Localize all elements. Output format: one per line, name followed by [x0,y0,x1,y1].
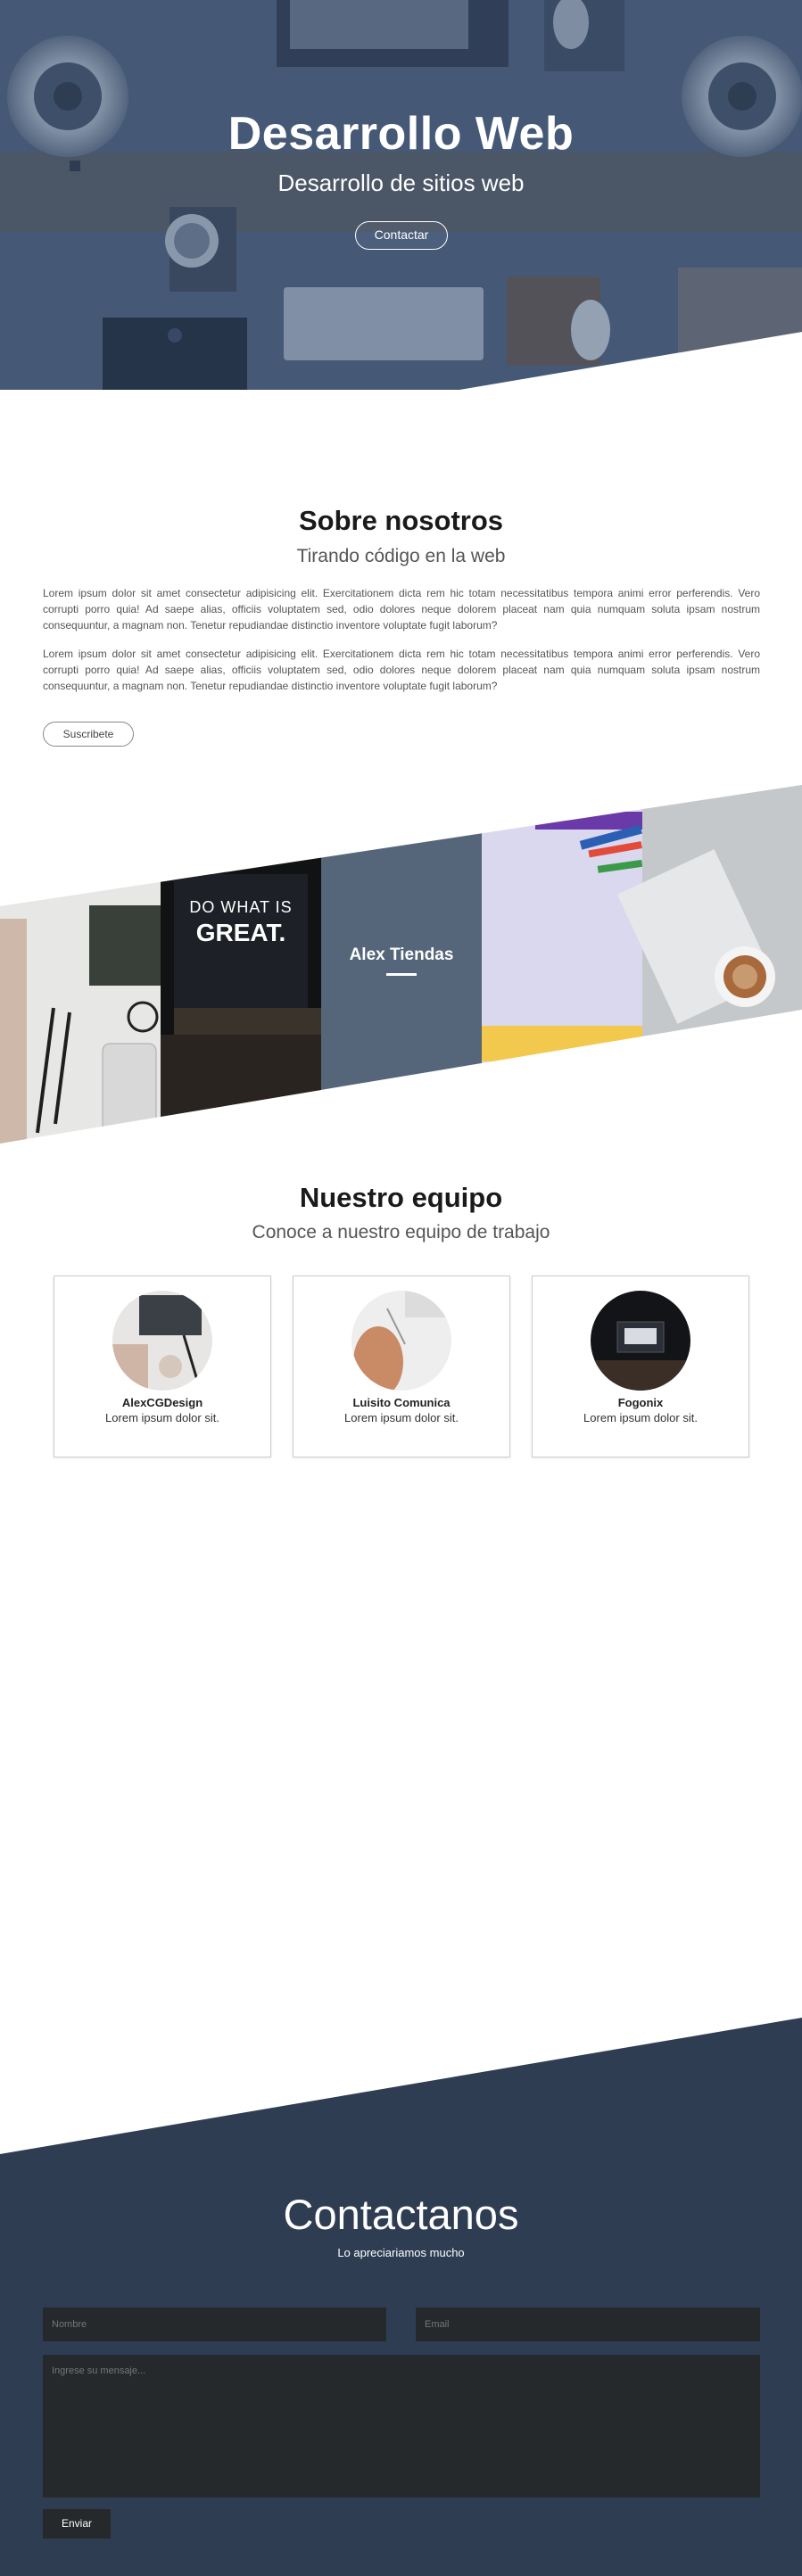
avatar [591,1291,690,1391]
team-card: Luisito Comunica Lorem ipsum dolor sit. [293,1276,510,1457]
gallery-image-desk [0,785,161,1144]
send-button[interactable]: Enviar [43,2509,111,2539]
about-paragraph-2: Lorem ipsum dolor sit amet consectetur a… [43,648,760,692]
team-member-desc: Lorem ipsum dolor sit. [583,1411,698,1424]
about-subtitle: Tirando código en la web [296,546,506,566]
team-subtitle: Conoce a nuestro equipo de trabajo [252,1222,550,1243]
team-member-desc: Lorem ipsum dolor sit. [105,1411,219,1424]
team-member-name: Luisito Comunica [352,1396,451,1409]
gallery-center-label: Alex Tiendas [350,945,454,964]
team-member-name: AlexCGDesign [121,1396,203,1409]
avatar [112,1291,212,1391]
contact-title: Contactanos [283,2191,519,2238]
message-field[interactable] [43,2355,760,2498]
gallery-image-pencils [482,785,643,1144]
about-paragraph-1: Lorem ipsum dolor sit amet consectetur a… [43,587,760,632]
gallery-image-poster: DO WHAT IS GREAT. [161,785,321,1144]
hero-subtitle: Desarrollo de sitios web [277,169,525,196]
team-card: Fogonix Lorem ipsum dolor sit. [532,1276,749,1457]
avatar [351,1291,451,1391]
poster-line-2: GREAT. [196,919,286,946]
gallery-center-underline [386,973,417,976]
team-card: AlexCGDesign Lorem ipsum dolor sit. [54,1276,271,1457]
hero-title: Desarrollo Web [227,108,575,160]
subscribe-button[interactable]: Suscribete [43,722,134,747]
gallery-center-tile: Alex Tiendas [321,785,482,1144]
name-field[interactable] [43,2308,386,2341]
contact-subtitle: Lo apreciariamos mucho [337,2246,465,2259]
about-title: Sobre nosotros [298,505,504,536]
gallery-image-laptop-coffee [616,785,802,1144]
contact-cta-button[interactable]: Contactar [355,221,448,250]
hero-section: Desarrollo Web Desarrollo de sitios web … [0,0,802,390]
team-member-name: Fogonix [617,1396,664,1409]
email-field[interactable] [416,2308,760,2341]
poster-line-1: DO WHAT IS [189,898,292,916]
team-member-desc: Lorem ipsum dolor sit. [344,1411,459,1424]
team-title: Nuestro equipo [299,1182,503,1213]
gallery-strip: DO WHAT IS GREAT. Alex Tiendas [0,785,802,1144]
